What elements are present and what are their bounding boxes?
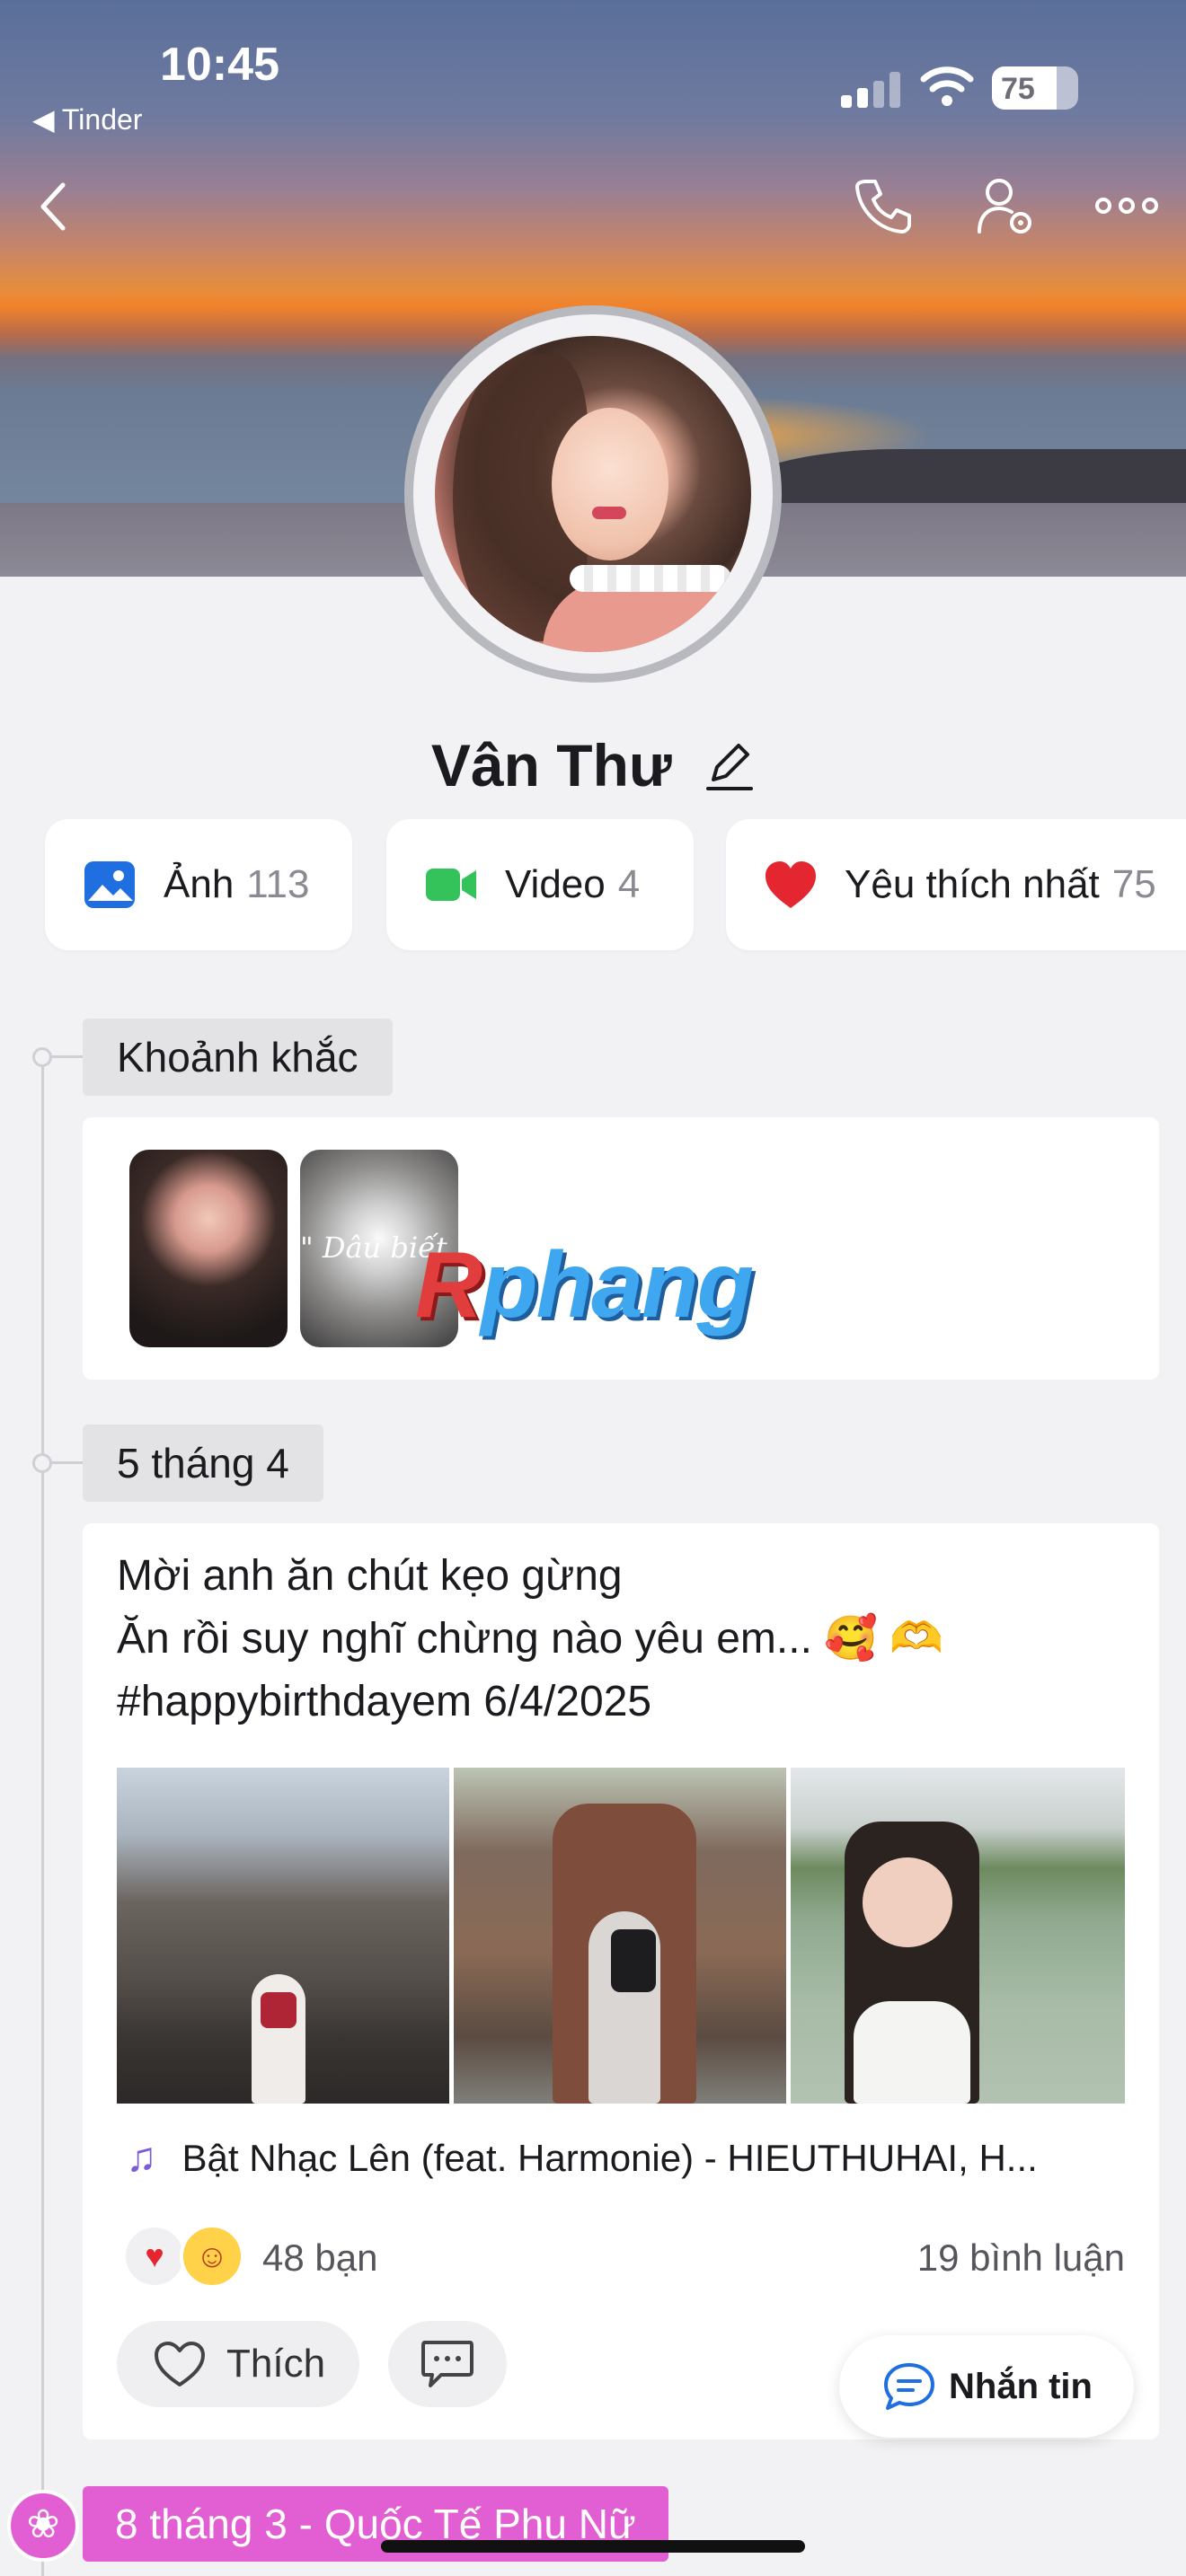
videos-chip-label: Video — [505, 862, 606, 906]
comment-count[interactable]: 19 bình luận — [917, 2236, 1125, 2280]
post-text: Mời anh ăn chút kẹo gừng Ăn rồi suy nghĩ … — [117, 1552, 944, 1725]
photos-chip[interactable]: Ảnh 113 — [45, 819, 352, 950]
more-options-icon[interactable] — [1094, 192, 1159, 219]
moment-thumbnail[interactable] — [129, 1150, 288, 1347]
heart-eyes-reaction-icon: ☺ — [180, 2224, 244, 2289]
music-title: Bật Nhạc Lên (feat. Harmonie) - HIEUTHUH… — [181, 2137, 1038, 2179]
post-date-tag: 5 tháng 4 — [83, 1425, 323, 1502]
favorites-chip[interactable]: Yêu thích nhất 75 — [726, 819, 1186, 950]
battery-level: 75 — [1001, 72, 1035, 106]
heart-reaction-icon: ♥ — [122, 2224, 187, 2289]
profile-name-row: Vân Thư — [0, 726, 1186, 799]
timeline-dot — [32, 1047, 52, 1067]
comment-icon — [421, 2341, 474, 2387]
cellular-signal-icon — [841, 72, 900, 108]
status-time: 10:45 — [160, 39, 279, 91]
home-indicator[interactable] — [381, 2540, 805, 2553]
video-camera-icon — [426, 869, 476, 901]
timeline-line — [41, 1056, 44, 2576]
message-bubble-icon — [884, 2363, 934, 2410]
videos-chip-count: 4 — [617, 862, 641, 906]
like-button-label: Thích — [226, 2342, 326, 2386]
heart-outline-icon — [155, 2342, 205, 2386]
like-button[interactable]: Thích — [117, 2321, 359, 2407]
edit-pencil-icon[interactable] — [704, 738, 755, 792]
timeline-dot — [32, 1453, 52, 1473]
profile-page: 10:45 ◀ Tinder 75 Vân Thư Ảnh 113 Video … — [0, 0, 1186, 2576]
rose-icon: ❀ — [7, 2490, 79, 2562]
watermark-logo: Rphang — [415, 1233, 754, 1337]
avatar[interactable] — [435, 336, 751, 652]
favorites-chip-count: 75 — [1111, 862, 1156, 906]
back-to-app-link[interactable]: ◀ Tinder — [32, 102, 142, 137]
post-photo[interactable] — [117, 1768, 449, 2104]
phone-icon[interactable] — [854, 176, 913, 235]
status-bar: 10:45 ◀ Tinder 75 — [0, 0, 1186, 137]
moments-tag: Khoảnh khắc — [83, 1019, 393, 1096]
reaction-count: 48 bạn — [262, 2236, 378, 2279]
profile-name: Vân Thư — [430, 731, 672, 798]
photos-chip-count: 113 — [246, 862, 310, 906]
photos-chip-label: Ảnh — [164, 862, 235, 906]
videos-chip[interactable]: Video 4 — [386, 819, 694, 950]
heart-icon — [766, 861, 816, 908]
message-button-label: Nhắn tin — [949, 2366, 1093, 2406]
music-note-icon: ♫ — [126, 2133, 157, 2180]
user-settings-icon[interactable] — [976, 176, 1035, 237]
post-photo[interactable] — [791, 1768, 1125, 2104]
music-row[interactable]: ♫ Bật Nhạc Lên (feat. Harmonie) - HIEUTHU… — [126, 2132, 1132, 2181]
reactions-row[interactable]: ♥ ☺ 48 bạn 19 bình luận — [122, 2224, 1125, 2296]
post-photo[interactable] — [454, 1768, 786, 2104]
favorites-chip-label: Yêu thích nhất — [845, 862, 1100, 906]
wifi-icon — [920, 66, 974, 106]
comment-button[interactable] — [388, 2321, 507, 2407]
photo-icon — [84, 861, 135, 908]
message-button[interactable]: Nhắn tin — [839, 2335, 1134, 2438]
battery-icon: 75 — [992, 66, 1078, 110]
back-chevron-icon[interactable] — [36, 180, 72, 234]
